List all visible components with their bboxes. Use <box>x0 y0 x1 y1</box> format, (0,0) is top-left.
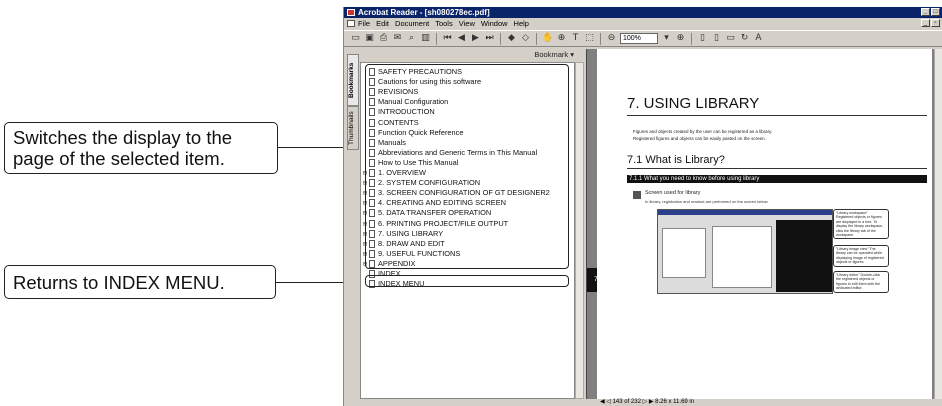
bookmark-menu-button[interactable]: Bookmark ▾ <box>360 49 584 61</box>
document-icon <box>347 20 355 27</box>
forward-view-icon[interactable]: ◇ <box>520 33 531 44</box>
save-icon[interactable]: ▣ <box>364 33 375 44</box>
maximize-button[interactable]: □ <box>931 8 940 16</box>
doc-minimize-button[interactable]: _ <box>921 19 930 27</box>
toolbar-separator <box>500 32 501 45</box>
intro-line-2: Registered figures and objects can be ea… <box>633 136 766 141</box>
toolbar-separator <box>536 32 537 45</box>
callout-index-menu: Returns to INDEX MENU. <box>4 265 276 299</box>
zoom-out-icon[interactable]: ⊖ <box>606 33 617 44</box>
open-icon[interactable]: ▭ <box>350 33 361 44</box>
rotate-icon[interactable]: ↻ <box>739 33 750 44</box>
pdf-page: 7. USING LIBRARY Figures and objects cre… <box>597 49 932 399</box>
callout-index-menu-text: Returns to INDEX MENU. <box>13 272 225 293</box>
minimize-button[interactable]: _ <box>921 8 930 16</box>
menu-document[interactable]: Document <box>395 18 429 29</box>
zoom-in-icon[interactable]: ⊕ <box>675 33 686 44</box>
highlight-bookmark-list <box>365 64 569 269</box>
first-page-icon[interactable]: ⏮ <box>442 33 453 44</box>
navigation-pane-tabs: Bookmarks Thumbnails <box>347 49 359 150</box>
toolbar-separator <box>436 32 437 45</box>
print-icon[interactable]: ⎙ <box>378 33 389 44</box>
status-nav-icons[interactable]: ◀ ◁ <box>600 399 613 405</box>
status-bar: ◀ ◁ 143 of 232 ▷ ▶ 8.26 x 11.69 in <box>586 399 942 406</box>
figure-title-bar <box>658 210 832 215</box>
menu-bar: File Edit Document Tools View Window Hel… <box>344 18 942 29</box>
tab-thumbnails[interactable]: Thumbnails <box>347 106 359 150</box>
heading-rule <box>627 115 927 116</box>
fit-page-icon[interactable]: ▯ <box>711 33 722 44</box>
intro-line-1: Figures and objects created by the user … <box>633 129 773 134</box>
back-view-icon[interactable]: ◆ <box>506 33 517 44</box>
menu-view[interactable]: View <box>459 18 475 29</box>
menu-help[interactable]: Help <box>514 18 529 29</box>
subsection-text: In library, registration and readout are… <box>645 199 769 204</box>
text-select-icon[interactable]: T <box>570 33 581 44</box>
menu-edit[interactable]: Edit <box>376 18 389 29</box>
menu-file[interactable]: File <box>358 18 370 29</box>
subsection-heading: 7.1.1 What you need to know before using… <box>627 175 927 183</box>
chapter-heading: 7. USING LIBRARY <box>627 95 760 112</box>
bookmark-menu-label: Bookmark <box>534 50 569 59</box>
graphics-select-icon[interactable]: ⬚ <box>584 33 595 44</box>
show-hide-pane-icon[interactable]: ▥ <box>420 33 431 44</box>
fit-width-icon[interactable]: ▭ <box>725 33 736 44</box>
bookmark-scrollbar[interactable] <box>575 62 584 399</box>
toolbar: ▭ ▣ ⎙ ✉ ⌕ ▥ ⏮ ◀ ▶ ⏭ ◆ ◇ ✋ ⊕ T ⬚ ⊖ 100% ▾… <box>344 30 942 47</box>
page-size: 8.26 x 11.69 in <box>655 399 695 405</box>
figure-image-view-panel <box>712 226 772 288</box>
subsection-title: Screen used for library <box>645 190 701 196</box>
note-library-editor: "Library editor" Double-click the regist… <box>833 271 889 293</box>
section-heading: 7.1 What is Library? <box>627 154 725 166</box>
page-indicator[interactable]: 143 of 232 <box>613 399 641 405</box>
highlight-index-menu <box>365 275 569 287</box>
zoom-level-field[interactable]: 100% <box>620 33 658 44</box>
note-library-image-view: "Library image view" The library can be … <box>833 245 889 267</box>
doc-restore-button[interactable]: ▫ <box>931 19 940 27</box>
figure-workspace-panel <box>662 228 706 278</box>
info-icon <box>633 191 641 199</box>
zoom-tool-icon[interactable]: ⊕ <box>556 33 567 44</box>
section-rule <box>627 168 927 169</box>
document-view: 7 7. USING LIBRARY Figures and objects c… <box>586 49 934 399</box>
hand-tool-icon[interactable]: ✋ <box>542 33 553 44</box>
callout-display-page-text: Switches the display to the page of the … <box>13 127 233 169</box>
toolbar-separator <box>691 32 692 45</box>
adobe-online-icon[interactable]: A <box>753 33 764 44</box>
figure-editor-panel <box>776 220 832 292</box>
last-page-icon[interactable]: ⏭ <box>484 33 495 44</box>
acrobat-window: Acrobat Reader - [sh080278ec.pdf] _ □ Fi… <box>343 7 942 406</box>
acrobat-icon <box>347 9 355 16</box>
status-next-icons[interactable]: ▷ ▶ <box>643 399 656 405</box>
menu-window[interactable]: Window <box>481 18 508 29</box>
tab-bookmarks[interactable]: Bookmarks <box>347 54 359 106</box>
callout-display-page: Switches the display to the page of the … <box>4 122 278 174</box>
note-library-workspace: "Library workspace" Registered objects o… <box>833 209 889 240</box>
previous-page-icon[interactable]: ◀ <box>456 33 467 44</box>
menu-tools[interactable]: Tools <box>435 18 453 29</box>
window-title: Acrobat Reader - [sh080278ec.pdf] <box>358 8 490 17</box>
document-scrollbar[interactable] <box>934 49 942 399</box>
zoom-dropdown-icon[interactable]: ▾ <box>661 33 672 44</box>
email-icon[interactable]: ✉ <box>392 33 403 44</box>
library-screen-figure <box>657 209 833 294</box>
title-bar: Acrobat Reader - [sh080278ec.pdf] _ □ <box>344 7 942 18</box>
actual-size-icon[interactable]: ▯ <box>697 33 708 44</box>
search-icon[interactable]: ⌕ <box>406 33 417 44</box>
next-page-icon[interactable]: ▶ <box>470 33 481 44</box>
toolbar-separator <box>600 32 601 45</box>
